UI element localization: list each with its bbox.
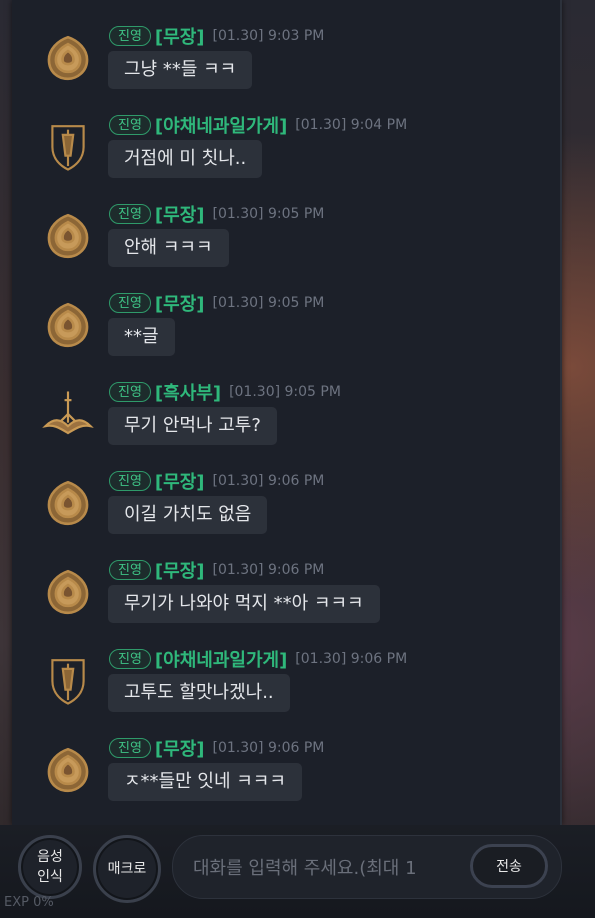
rose-emblem-icon[interactable] bbox=[40, 297, 96, 353]
chat-input[interactable] bbox=[191, 836, 485, 898]
macro-button[interactable]: 매크로 bbox=[93, 835, 161, 903]
chat-message: 진영 [무장] [01.30] 9:05 PM **글 bbox=[12, 267, 560, 356]
shield-sword-emblem-icon[interactable] bbox=[40, 653, 96, 709]
faction-badge: 진영 bbox=[109, 471, 151, 491]
faction-badge: 진영 bbox=[109, 382, 151, 402]
shield-sword-emblem-icon[interactable] bbox=[40, 119, 96, 175]
message-bubble: 고투도 할맛나겠나.. bbox=[108, 674, 290, 712]
rose-emblem-icon[interactable] bbox=[40, 475, 96, 531]
message-bubble: **글 bbox=[108, 318, 175, 356]
chat-message: 진영 [야채네과일가게] [01.30] 9:06 PM 고투도 할맛나겠나.. bbox=[12, 623, 560, 712]
macro-label: 매크로 bbox=[107, 861, 147, 877]
rose-emblem-icon[interactable] bbox=[40, 742, 96, 798]
chat-panel: 진영 [무장] [01.30] 9:03 PM 그냥 **들 ㅋㅋ 진영 [야채네과일… bbox=[12, 0, 562, 825]
chat-message: 진영 [무장] [01.30] 9:03 PM 그냥 **들 ㅋㅋ bbox=[12, 0, 560, 89]
sender-name[interactable]: [무장] bbox=[155, 735, 205, 761]
winged-sword-emblem-icon[interactable] bbox=[40, 386, 96, 442]
chat-message: 진영 [무장] [01.30] 9:06 PM 무기가 나와야 먹지 **아 ㅋㅋㅋ bbox=[12, 534, 560, 623]
message-bubble: 거점에 미 칫나.. bbox=[108, 140, 263, 178]
message-bubble: 안해 ㅋㅋㅋ bbox=[108, 229, 229, 267]
timestamp: [01.30] 9:04 PM bbox=[295, 117, 408, 133]
chat-message: 진영 [무장] [01.30] 9:06 PM ㅈ**들만 잇네 ㅋㅋㅋ bbox=[12, 712, 560, 801]
message-bubble: 이길 가치도 없음 bbox=[108, 496, 268, 534]
voice-label-1: 음성 bbox=[37, 849, 63, 865]
timestamp: [01.30] 9:05 PM bbox=[212, 206, 325, 222]
voice-label-2: 인식 bbox=[37, 869, 63, 885]
faction-badge: 진영 bbox=[109, 26, 151, 46]
faction-badge: 진영 bbox=[109, 738, 151, 758]
timestamp: [01.30] 9:03 PM bbox=[212, 28, 325, 44]
faction-badge: 진영 bbox=[109, 293, 151, 313]
sender-name[interactable]: [무장] bbox=[155, 201, 205, 227]
send-button[interactable]: 전송 bbox=[470, 844, 548, 888]
rose-emblem-icon[interactable] bbox=[40, 30, 96, 86]
sender-name[interactable]: [무장] bbox=[155, 290, 205, 316]
chat-message: 진영 [흑사부] [01.30] 9:05 PM 무기 안먹나 고투? bbox=[12, 356, 560, 445]
send-label: 전송 bbox=[496, 859, 522, 875]
sender-name[interactable]: [흑사부] bbox=[155, 379, 221, 405]
sender-name[interactable]: [무장] bbox=[155, 468, 205, 494]
chat-input-wrapper: 전송 bbox=[172, 835, 562, 899]
voice-recognition-button[interactable]: 음성인식 bbox=[18, 835, 82, 899]
sender-name[interactable]: [야채네과일가게] bbox=[155, 646, 287, 672]
exp-readout: EXP 0% bbox=[4, 895, 54, 910]
timestamp: [01.30] 9:06 PM bbox=[212, 740, 325, 756]
rose-emblem-icon[interactable] bbox=[40, 208, 96, 264]
rose-emblem-icon[interactable] bbox=[40, 564, 96, 620]
timestamp: [01.30] 9:06 PM bbox=[295, 651, 408, 667]
chat-input-bar: 음성인식 매크로 전송 bbox=[0, 825, 595, 918]
timestamp: [01.30] 9:06 PM bbox=[212, 473, 325, 489]
message-bubble: ㅈ**들만 잇네 ㅋㅋㅋ bbox=[108, 763, 302, 801]
message-bubble: 무기가 나와야 먹지 **아 ㅋㅋㅋ bbox=[108, 585, 380, 623]
faction-badge: 진영 bbox=[109, 115, 151, 135]
chat-message: 진영 [무장] [01.30] 9:06 PM 이길 가치도 없음 bbox=[12, 445, 560, 534]
faction-badge: 진영 bbox=[109, 204, 151, 224]
timestamp: [01.30] 9:05 PM bbox=[212, 295, 325, 311]
sender-name[interactable]: [무장] bbox=[155, 23, 205, 49]
chat-message: 진영 [야채네과일가게] [01.30] 9:04 PM 거점에 미 칫나.. bbox=[12, 89, 560, 178]
message-bubble: 그냥 **들 ㅋㅋ bbox=[108, 51, 253, 89]
message-bubble: 무기 안먹나 고투? bbox=[108, 407, 277, 445]
timestamp: [01.30] 9:05 PM bbox=[229, 384, 341, 400]
faction-badge: 진영 bbox=[109, 560, 151, 580]
sender-name[interactable]: [야채네과일가게] bbox=[155, 112, 287, 138]
chat-message: 진영 [무장] [01.30] 9:05 PM 안해 ㅋㅋㅋ bbox=[12, 178, 560, 267]
faction-badge: 진영 bbox=[109, 649, 151, 669]
sender-name[interactable]: [무장] bbox=[155, 557, 205, 583]
timestamp: [01.30] 9:06 PM bbox=[212, 562, 325, 578]
